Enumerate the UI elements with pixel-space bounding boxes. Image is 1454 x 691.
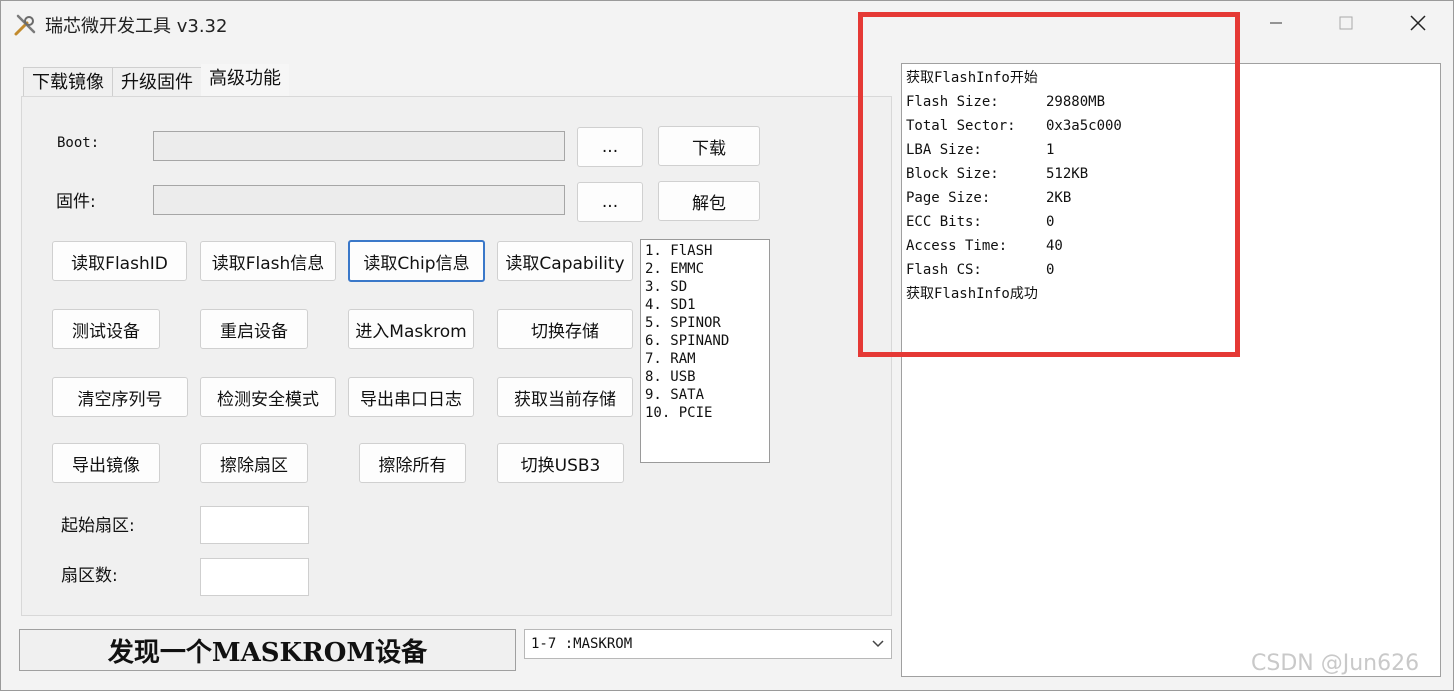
list-item[interactable]: 9. SATA	[645, 386, 765, 404]
log-line: LBA Size: 1	[906, 138, 1436, 162]
reboot-device-button[interactable]: 重启设备	[200, 309, 308, 349]
list-item[interactable]: 4. SD1	[645, 296, 765, 314]
window-title: 瑞芯微开发工具 v3.32	[45, 16, 228, 37]
erase-sector-button[interactable]: 擦除扇区	[200, 443, 308, 483]
log-line: Access Time: 40	[906, 234, 1436, 258]
list-item[interactable]: 3. SD	[645, 278, 765, 296]
list-item[interactable]: 6. SPINAND	[645, 332, 765, 350]
export-serial-log-button[interactable]: 导出串口日志	[348, 377, 474, 417]
download-button[interactable]: 下载	[658, 126, 760, 166]
log-key: ECC Bits:	[906, 214, 982, 230]
log-key: Page Size:	[906, 190, 991, 206]
watermark: CSDN @Jun626	[1251, 651, 1420, 676]
tab-download-image[interactable]: 下载镜像	[23, 67, 113, 97]
log-line: Flash CS: 0	[906, 258, 1436, 282]
device-select[interactable]: 1-7 :MASKROM	[524, 629, 892, 659]
app-window: 瑞芯微开发工具 v3.32 下载镜像 升级固件 高级功能 Boot: ... 下…	[0, 0, 1454, 691]
log-key: Block Size:	[906, 166, 999, 182]
log-line: Page Size: 2KB	[906, 186, 1436, 210]
close-button[interactable]	[1383, 1, 1453, 49]
firmware-browse-button[interactable]: ...	[577, 182, 643, 222]
log-value: 29880MB	[1046, 94, 1106, 110]
sector-count-label: 扇区数:	[61, 566, 118, 586]
boot-label: Boot:	[57, 135, 100, 151]
unpack-button[interactable]: 解包	[658, 181, 760, 221]
switch-storage-button[interactable]: 切换存储	[497, 309, 633, 349]
log-line: 获取FlashInfo开始	[906, 70, 1038, 86]
maximize-icon	[1339, 15, 1353, 35]
log-value: 0	[1046, 262, 1055, 278]
title-bar: 瑞芯微开发工具 v3.32	[1, 1, 1453, 49]
close-icon	[1410, 14, 1426, 36]
maximize-button[interactable]	[1311, 1, 1381, 49]
enter-maskrom-button[interactable]: 进入Maskrom	[348, 309, 474, 349]
list-item[interactable]: 1. FlASH	[645, 242, 765, 260]
log-value: 0x3a5c000	[1046, 118, 1122, 134]
read-flash-info-button[interactable]: 读取Flash信息	[200, 241, 336, 281]
detect-safe-mode-button[interactable]: 检测安全模式	[200, 377, 336, 417]
minimize-icon	[1269, 15, 1283, 35]
sector-count-input[interactable]	[200, 558, 309, 596]
get-current-storage-button[interactable]: 获取当前存储	[497, 377, 633, 417]
start-sector-input[interactable]	[200, 506, 309, 544]
read-chip-info-button[interactable]: 读取Chip信息	[348, 240, 485, 282]
log-output[interactable]: 获取FlashInfo开始 Flash Size: 29880MB Total S…	[901, 63, 1441, 677]
list-item[interactable]: 5. SPINOR	[645, 314, 765, 332]
log-line: 获取FlashInfo成功	[906, 286, 1038, 302]
tab-advanced[interactable]: 高级功能	[201, 64, 289, 97]
boot-browse-button[interactable]: ...	[577, 127, 643, 167]
firmware-label: 固件:	[56, 192, 96, 212]
clear-serial-button[interactable]: 清空序列号	[52, 377, 188, 417]
device-status: 发现一个MASKROM设备	[19, 629, 516, 671]
firmware-path-field[interactable]	[153, 185, 565, 215]
log-value: 1	[1046, 142, 1055, 158]
tab-upgrade-firmware[interactable]: 升级固件	[112, 67, 202, 97]
log-line: Flash Size: 29880MB	[906, 90, 1436, 114]
list-item[interactable]: 8. USB	[645, 368, 765, 386]
log-line: ECC Bits: 0	[906, 210, 1436, 234]
minimize-button[interactable]	[1241, 1, 1311, 49]
log-value: 512KB	[1046, 166, 1089, 182]
log-line: Total Sector: 0x3a5c000	[906, 114, 1436, 138]
list-item[interactable]: 2. EMMC	[645, 260, 765, 278]
switch-usb3-button[interactable]: 切换USB3	[497, 443, 624, 483]
log-value: 40	[1046, 238, 1063, 254]
boot-path-field[interactable]	[153, 131, 565, 161]
log-value: 0	[1046, 214, 1055, 230]
storage-type-list[interactable]: 1. FlASH 2. EMMC 3. SD 4. SD1 5. SPINOR …	[640, 239, 770, 463]
erase-all-button[interactable]: 擦除所有	[359, 443, 466, 483]
log-value: 2KB	[1046, 190, 1072, 206]
tools-icon	[13, 13, 37, 37]
export-image-button[interactable]: 导出镜像	[52, 443, 160, 483]
list-item[interactable]: 10. PCIE	[645, 404, 765, 422]
list-item[interactable]: 7. RAM	[645, 350, 765, 368]
read-capability-button[interactable]: 读取Capability	[497, 241, 633, 281]
log-key: Flash Size:	[906, 94, 999, 110]
log-key: Flash CS:	[906, 262, 982, 278]
log-key: Total Sector:	[906, 118, 1016, 134]
chevron-down-icon	[869, 634, 887, 656]
log-key: Access Time:	[906, 238, 1008, 254]
log-key: LBA Size:	[906, 142, 982, 158]
start-sector-label: 起始扇区:	[61, 516, 135, 536]
test-device-button[interactable]: 测试设备	[52, 309, 160, 349]
device-select-value: 1-7 :MASKROM	[531, 636, 633, 652]
log-line: Block Size: 512KB	[906, 162, 1436, 186]
read-flash-id-button[interactable]: 读取FlashID	[52, 241, 187, 281]
